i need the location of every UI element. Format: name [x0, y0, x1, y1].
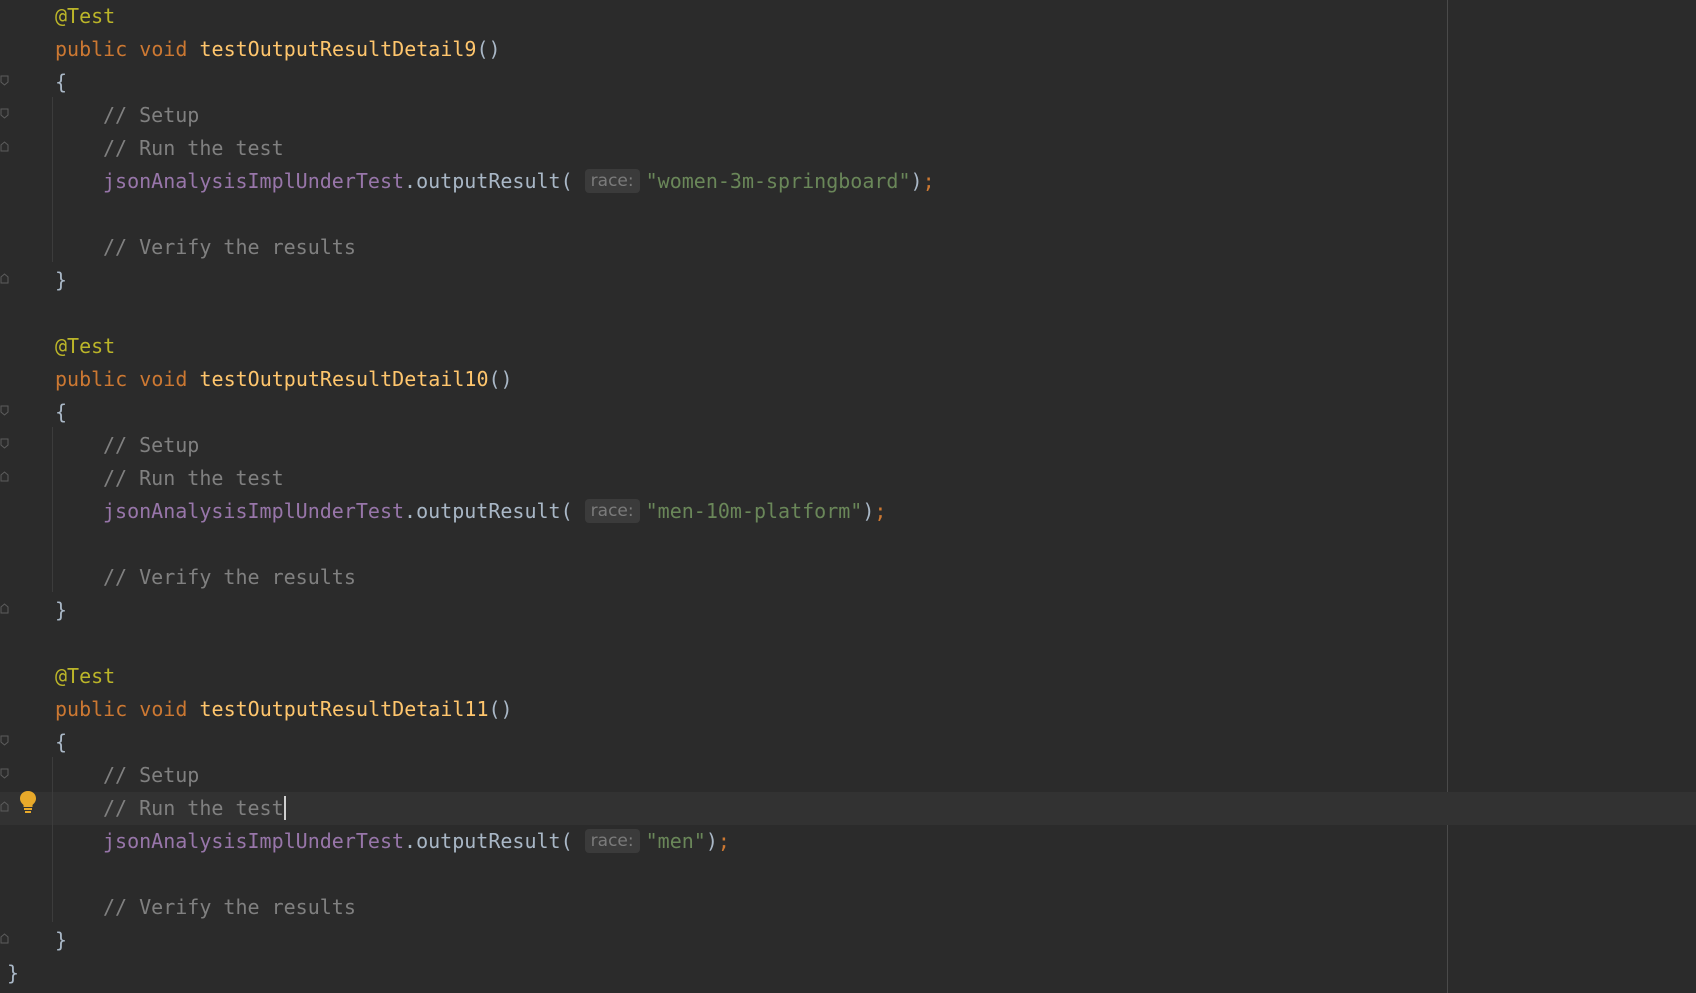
- fold-marker-icon[interactable]: [0, 933, 9, 944]
- lightbulb-icon[interactable]: [18, 789, 38, 815]
- method-call[interactable]: .outputResult(: [404, 169, 573, 193]
- keyword-public: public: [55, 37, 128, 61]
- parameter-hint: race:: [584, 169, 640, 193]
- string-argument: "men": [645, 829, 706, 853]
- parameter-hint: race:: [584, 829, 640, 853]
- indent-guide: [52, 97, 53, 262]
- keyword-void: void: [139, 37, 188, 61]
- comment-run: // Run the test: [103, 136, 284, 160]
- code-line[interactable]: {: [0, 726, 1696, 759]
- keyword-void: void: [139, 367, 188, 391]
- method-call[interactable]: .outputResult(: [404, 829, 573, 853]
- annotation: @Test: [55, 664, 116, 688]
- fold-marker-icon[interactable]: [0, 141, 9, 152]
- comment-verify: // Verify the results: [103, 235, 356, 259]
- text-caret: [283, 796, 286, 820]
- close-paren: ): [862, 499, 875, 523]
- comment-setup: // Setup: [103, 433, 200, 457]
- comment-setup: // Setup: [103, 763, 200, 787]
- parameter-hint: race:: [584, 499, 640, 523]
- code-line[interactable]: }: [0, 594, 1696, 627]
- code-line[interactable]: // Verify the results: [0, 891, 1696, 924]
- method-parens: (): [488, 367, 513, 391]
- open-brace: {: [55, 400, 68, 424]
- code-line[interactable]: @Test: [0, 0, 1696, 33]
- open-brace: {: [55, 730, 68, 754]
- code-line[interactable]: public void testOutputResultDetail11(): [0, 693, 1696, 726]
- code-line[interactable]: // Setup: [0, 99, 1696, 132]
- fold-marker-icon[interactable]: [0, 471, 9, 482]
- method-parens: (): [488, 697, 513, 721]
- comment-run: // Run the test: [103, 796, 284, 820]
- code-line[interactable]: {: [0, 396, 1696, 429]
- field-receiver[interactable]: jsonAnalysisImplUnderTest: [103, 499, 404, 523]
- comment-verify: // Verify the results: [103, 565, 356, 589]
- semicolon: ;: [922, 169, 935, 193]
- code-line[interactable]: jsonAnalysisImplUnderTest.outputResult( …: [0, 825, 1696, 858]
- method-name[interactable]: testOutputResultDetail9: [200, 37, 477, 61]
- close-brace: }: [55, 268, 68, 292]
- code-line[interactable]: }: [0, 264, 1696, 297]
- indent-guide: [52, 757, 53, 922]
- comment-run: // Run the test: [103, 466, 284, 490]
- code-editor[interactable]: @Test public void testOutputResultDetail…: [0, 0, 1696, 993]
- fold-marker-icon[interactable]: [0, 273, 9, 284]
- method-name[interactable]: testOutputResultDetail11: [200, 697, 489, 721]
- fold-marker-icon[interactable]: [0, 405, 9, 416]
- annotation: @Test: [55, 4, 116, 28]
- code-line[interactable]: public void testOutputResultDetail9(): [0, 33, 1696, 66]
- code-line[interactable]: {: [0, 66, 1696, 99]
- code-line[interactable]: // Setup: [0, 759, 1696, 792]
- code-line[interactable]: @Test: [0, 660, 1696, 693]
- close-brace: }: [55, 928, 68, 952]
- open-brace: {: [55, 70, 68, 94]
- fold-marker-icon[interactable]: [0, 603, 9, 614]
- fold-marker-icon[interactable]: [0, 108, 9, 119]
- close-paren: ): [705, 829, 718, 853]
- indent-guide: [52, 427, 53, 592]
- current-code-line[interactable]: // Run the test: [0, 792, 1696, 825]
- method-call-statement: jsonAnalysisImplUnderTest.outputResult( …: [103, 495, 886, 528]
- annotation: @Test: [55, 334, 116, 358]
- code-line[interactable]: @Test: [0, 330, 1696, 363]
- code-line[interactable]: public void testOutputResultDetail10(): [0, 363, 1696, 396]
- method-name[interactable]: testOutputResultDetail10: [200, 367, 489, 391]
- method-signature: public void testOutputResultDetail11(): [55, 693, 513, 726]
- field-receiver[interactable]: jsonAnalysisImplUnderTest: [103, 829, 404, 853]
- string-argument: "men-10m-platform": [645, 499, 863, 523]
- field-receiver[interactable]: jsonAnalysisImplUnderTest: [103, 169, 404, 193]
- code-line[interactable]: // Verify the results: [0, 231, 1696, 264]
- code-line[interactable]: jsonAnalysisImplUnderTest.outputResult( …: [0, 495, 1696, 528]
- comment-verify: // Verify the results: [103, 895, 356, 919]
- class-close-brace: }: [7, 961, 20, 985]
- code-line[interactable]: // Verify the results: [0, 561, 1696, 594]
- fold-marker-icon[interactable]: [0, 75, 9, 86]
- code-line[interactable]: // Setup: [0, 429, 1696, 462]
- semicolon: ;: [717, 829, 730, 853]
- keyword-void: void: [139, 697, 188, 721]
- fold-marker-icon[interactable]: [0, 768, 9, 779]
- keyword-public: public: [55, 367, 128, 391]
- code-line[interactable]: // Run the test: [0, 132, 1696, 165]
- string-argument: "women-3m-springboard": [645, 169, 911, 193]
- method-signature: public void testOutputResultDetail9(): [55, 33, 501, 66]
- comment-run-with-caret: // Run the test: [103, 792, 286, 825]
- keyword-public: public: [55, 697, 128, 721]
- semicolon: ;: [874, 499, 887, 523]
- method-signature: public void testOutputResultDetail10(): [55, 363, 513, 396]
- code-line[interactable]: // Run the test: [0, 462, 1696, 495]
- code-line[interactable]: }: [0, 924, 1696, 957]
- method-call[interactable]: .outputResult(: [404, 499, 573, 523]
- fold-marker-icon[interactable]: [0, 801, 9, 812]
- code-line[interactable]: }: [0, 957, 1696, 990]
- comment-setup: // Setup: [103, 103, 200, 127]
- method-call-statement: jsonAnalysisImplUnderTest.outputResult( …: [103, 825, 730, 858]
- method-parens: (): [476, 37, 501, 61]
- close-paren: ): [910, 169, 923, 193]
- code-line[interactable]: jsonAnalysisImplUnderTest.outputResult( …: [0, 165, 1696, 198]
- fold-marker-icon[interactable]: [0, 735, 9, 746]
- method-call-statement: jsonAnalysisImplUnderTest.outputResult( …: [103, 165, 935, 198]
- fold-marker-icon[interactable]: [0, 438, 9, 449]
- close-brace: }: [55, 598, 68, 622]
